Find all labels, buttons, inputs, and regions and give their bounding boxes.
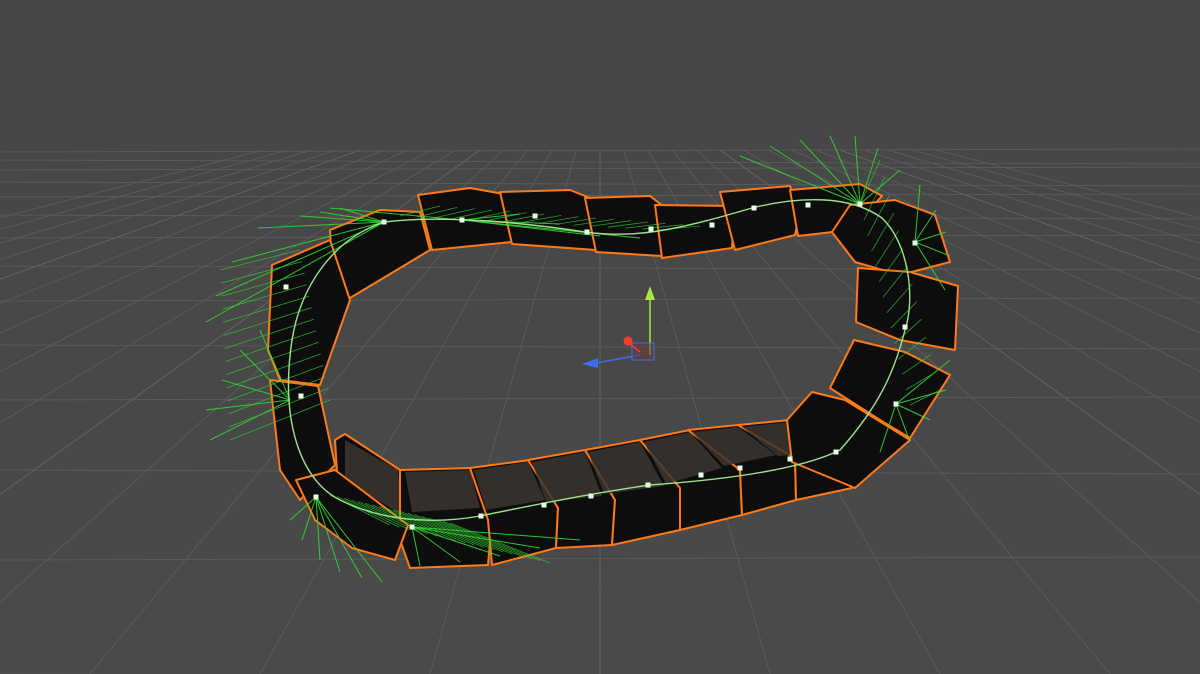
track-pad-body bbox=[267, 239, 351, 386]
spline-control-point[interactable] bbox=[709, 222, 715, 228]
track-pad bbox=[831, 199, 951, 276]
grid-line bbox=[0, 149, 289, 230]
track-pad-body bbox=[654, 204, 736, 259]
grid-line bbox=[935, 149, 1200, 219]
track-pad bbox=[267, 239, 351, 386]
grid-line bbox=[0, 149, 265, 219]
spline-control-point[interactable] bbox=[298, 393, 304, 399]
track-pad-body bbox=[831, 199, 951, 276]
track-pad bbox=[654, 204, 736, 259]
spline-control-point[interactable] bbox=[478, 513, 484, 519]
3d-viewport[interactable] bbox=[0, 0, 1200, 674]
pivot-icon[interactable] bbox=[631, 342, 655, 361]
gizmo-z-arrow[interactable] bbox=[582, 358, 598, 368]
spline-control-point[interactable] bbox=[313, 494, 319, 500]
gizmo-x-handle[interactable] bbox=[623, 336, 633, 346]
scene-canvas[interactable] bbox=[0, 0, 1200, 674]
spline-control-point[interactable] bbox=[893, 401, 899, 407]
spline-control-point[interactable] bbox=[584, 229, 590, 235]
spline-control-point[interactable] bbox=[409, 524, 415, 530]
spline-control-point[interactable] bbox=[648, 226, 654, 232]
grid-line bbox=[0, 149, 385, 304]
spline-control-point[interactable] bbox=[381, 219, 387, 225]
spline-control-point[interactable] bbox=[737, 465, 743, 471]
spline-control-point[interactable] bbox=[751, 205, 757, 211]
spline-control-point[interactable] bbox=[912, 240, 918, 246]
spline-control-point[interactable] bbox=[698, 472, 704, 478]
track-pad bbox=[719, 185, 801, 251]
spline-control-point[interactable] bbox=[902, 324, 908, 330]
spline-control-point[interactable] bbox=[541, 502, 547, 508]
spline-control-point[interactable] bbox=[805, 202, 811, 208]
spline-control-point[interactable] bbox=[283, 284, 289, 290]
track-pad bbox=[855, 267, 959, 351]
spline-control-point[interactable] bbox=[833, 449, 839, 455]
track-pad-body bbox=[719, 185, 801, 251]
spline-control-point[interactable] bbox=[787, 456, 793, 462]
grid-line bbox=[911, 149, 1200, 230]
spline-control-point[interactable] bbox=[857, 201, 863, 207]
spline-control-point[interactable] bbox=[588, 493, 594, 499]
track-back-run bbox=[329, 183, 883, 299]
track-pad-face bbox=[405, 470, 480, 512]
transform-gizmo-icon[interactable] bbox=[582, 286, 655, 368]
track-pad-body bbox=[855, 267, 959, 351]
spline-control-point[interactable] bbox=[645, 482, 651, 488]
spline-control-point[interactable] bbox=[532, 213, 538, 219]
gizmo-y-arrow[interactable] bbox=[645, 286, 655, 300]
tank-track-object[interactable] bbox=[267, 183, 959, 569]
spline-control-point[interactable] bbox=[459, 217, 465, 223]
